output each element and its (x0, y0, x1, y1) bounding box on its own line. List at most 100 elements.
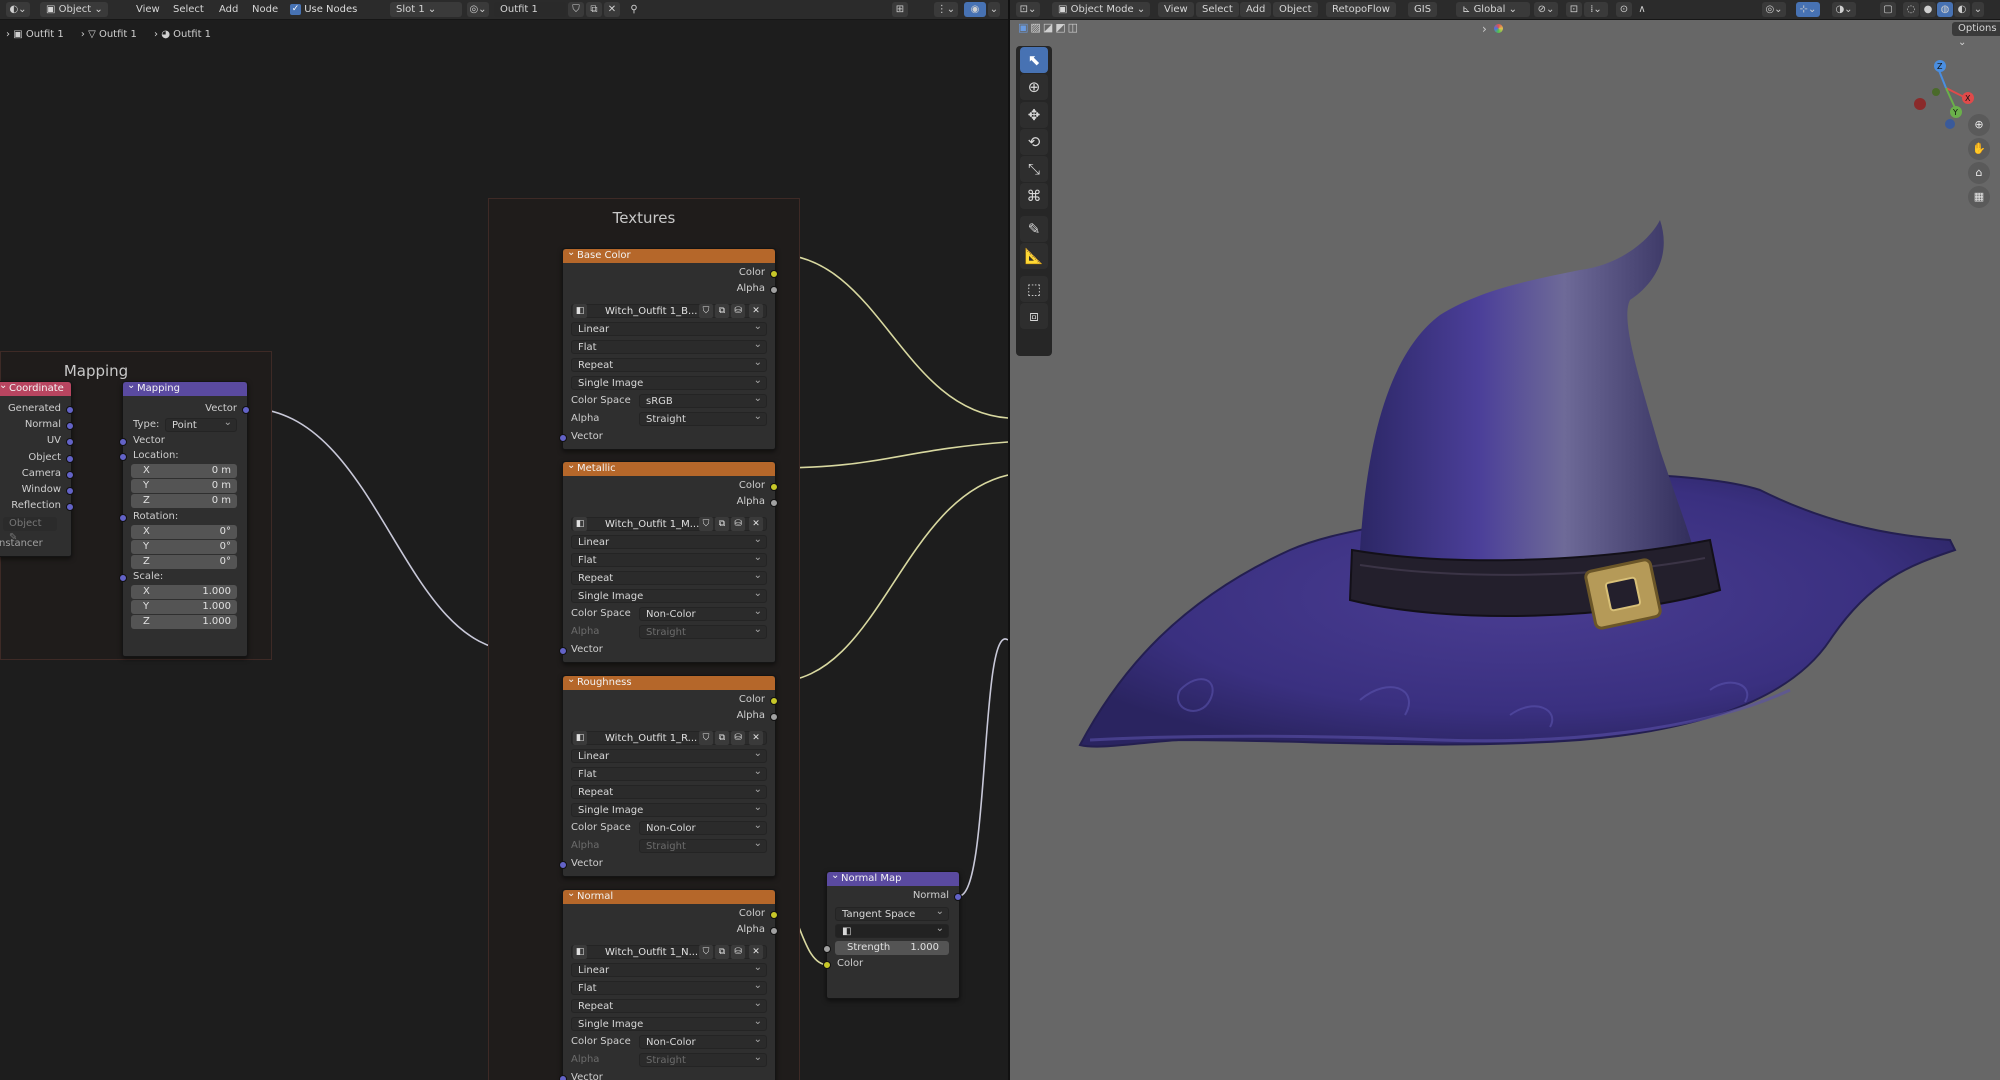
zoom-icon[interactable]: ⊕ (1968, 114, 1990, 136)
unlink-image-icon[interactable]: ✕ (749, 945, 763, 959)
scale-socket[interactable] (119, 574, 127, 582)
fake-user-shield-icon[interactable]: ⛉ (568, 2, 584, 17)
object-picker-field[interactable]: Object ✎ (3, 517, 57, 543)
output-color-socket[interactable] (770, 911, 778, 919)
interpolation-dropdown[interactable]: Linear (571, 533, 767, 549)
source-dropdown[interactable]: Single Image (571, 801, 767, 817)
fake-user-shield-icon[interactable]: ⛉ (699, 304, 713, 318)
color-space-dropdown[interactable]: Non-Color (639, 605, 767, 621)
unlink-x-icon[interactable]: ✕ (604, 2, 620, 17)
socket-uv[interactable] (66, 438, 74, 446)
snap-icon[interactable]: ⊞ (892, 2, 908, 17)
normal-map-space-dropdown[interactable]: Tangent Space (835, 905, 949, 921)
color-space-dropdown[interactable]: sRGB (639, 392, 767, 408)
mapping-type-dropdown[interactable]: Point (165, 416, 237, 432)
snap-toggle-icon[interactable]: ⊡ (1566, 2, 1582, 17)
image-texture-node-normal[interactable]: NormalColorAlphaWitch_Outfit 1_N...◧⛉⧉⛁✕… (559, 887, 778, 1080)
image-browse-icon[interactable]: ◧ (573, 304, 587, 318)
mode-dropdown[interactable]: ▣ Object Mode ⌄ (1052, 2, 1150, 17)
projection-dropdown[interactable]: Flat (571, 551, 767, 567)
rotation-z-field[interactable]: Z 0° (131, 555, 237, 569)
image-texture-header[interactable]: Base Color (563, 246, 775, 263)
select-intersect-icon[interactable]: ◫ (1068, 21, 1080, 34)
snap-mode-icon[interactable]: ⋮⌄ (934, 2, 958, 17)
menu-node[interactable]: Node (252, 2, 278, 17)
select-mode-icons[interactable]: ▣▨◪◩◫ (1018, 21, 1080, 35)
select-subtract-icon[interactable]: ◪ (1043, 21, 1055, 34)
shading-rendered-icon[interactable]: ◐ (1954, 2, 1970, 17)
input-vector-socket[interactable] (559, 647, 567, 655)
source-dropdown[interactable]: Single Image (571, 587, 767, 603)
image-texture-header[interactable]: Metallic (563, 459, 775, 476)
rotation-x-field[interactable]: X 0° (131, 525, 237, 539)
uv-map-field[interactable]: ◧ (835, 922, 949, 938)
menu-select[interactable]: Select (173, 2, 204, 17)
normal-map-output-socket[interactable] (954, 893, 962, 901)
orientation-dropdown[interactable]: ⊾ Global ⌄ (1456, 2, 1530, 17)
color-space-dropdown[interactable]: Non-Color (639, 819, 767, 835)
overlays-icon[interactable]: ◑⌄ (1832, 2, 1856, 17)
extension-dropdown[interactable]: Repeat (571, 569, 767, 585)
vp-menu-add[interactable]: Add (1240, 2, 1272, 17)
input-vector-socket[interactable] (559, 434, 567, 442)
duplicate-image-icon[interactable]: ⧉ (715, 517, 729, 531)
output-color-socket[interactable] (770, 697, 778, 705)
shading-dropdown-icon[interactable]: ⌄ (1972, 2, 1984, 17)
output-color-socket[interactable] (770, 270, 778, 278)
rotate-tool-icon[interactable]: ⟲ (1020, 129, 1048, 155)
vp-menu-select[interactable]: Select (1196, 2, 1239, 17)
proportional-edit-icon[interactable]: ⊙ (1616, 2, 1632, 17)
measure-tool-icon[interactable]: 📐 (1020, 243, 1048, 269)
use-nodes-toggle[interactable]: ✓ Use Nodes (290, 3, 357, 17)
unlink-image-icon[interactable]: ✕ (749, 517, 763, 531)
instancer-checkbox-label[interactable]: nstancer (0, 537, 43, 551)
image-texture-node-base-color[interactable]: Base ColorColorAlphaWitch_Outfit 1_B...◧… (559, 246, 778, 450)
menu-view[interactable]: View (136, 2, 160, 17)
location-x-field[interactable]: X0 m (131, 464, 237, 478)
input-vector-socket[interactable] (559, 861, 567, 869)
duplicate-image-icon[interactable]: ⧉ (715, 731, 729, 745)
select-box-tool-icon[interactable]: ⬉ (1020, 47, 1048, 73)
image-browse-icon[interactable]: ◧ (573, 517, 587, 531)
move-tool-icon[interactable]: ✥ (1020, 102, 1048, 128)
extension-dropdown[interactable]: Repeat (571, 783, 767, 799)
options-button[interactable]: Options ⌄ (1952, 22, 2000, 48)
source-dropdown[interactable]: Single Image (571, 1015, 767, 1031)
output-color-socket[interactable] (770, 483, 778, 491)
image-texture-node-metallic[interactable]: MetallicColorAlphaWitch_Outfit 1_M...◧⛉⧉… (559, 459, 778, 663)
pin-icon[interactable]: ⚲ (626, 2, 642, 17)
mapping-node[interactable]: Mapping Vector Type: Point Vector Locati… (119, 379, 250, 657)
image-texture-header[interactable]: Normal (563, 887, 775, 904)
open-image-icon[interactable]: ⛁ (731, 731, 745, 745)
vp-menu-gis[interactable]: GIS (1408, 2, 1438, 17)
rotation-y-field[interactable]: Y 0° (131, 540, 237, 554)
mapping-output-socket[interactable] (242, 406, 250, 414)
normal-map-header[interactable]: Normal Map (827, 869, 959, 886)
normal-map-node[interactable]: Normal Map Normal Tangent Space ◧ Streng… (823, 869, 962, 999)
scale-tool-icon[interactable]: ⤡ (1020, 156, 1048, 182)
editor-type-icon[interactable]: ◐⌄ (6, 2, 30, 17)
select-extend-icon[interactable]: ▨ (1030, 21, 1042, 34)
strength-socket[interactable] (823, 945, 831, 953)
node-editor[interactable]: › ▣ Outfit 1 › ▽ Outfit 1 › ◕ Outfit 1 M… (0, 20, 1008, 1080)
socket-window[interactable] (66, 487, 74, 495)
material-name-field[interactable]: Outfit 1 (494, 2, 566, 17)
image-texture-header[interactable]: Roughness (563, 673, 775, 690)
pan-hand-icon[interactable]: ✋ (1968, 138, 1990, 160)
overlay-icon[interactable]: ◉ (964, 2, 986, 17)
interpolation-dropdown[interactable]: Linear (571, 747, 767, 763)
duplicate-icon[interactable]: ⧉ (586, 2, 602, 17)
select-new-icon[interactable]: ▣ (1018, 21, 1030, 34)
3d-viewport[interactable]: ▣▨◪◩◫ Options ⌄ › ⬉ ⊕ ✥ ⟲ ⤡ ⌘ ✎ 📐 ⬚ ⧈ X … (1010, 20, 2000, 1080)
location-socket[interactable] (119, 453, 127, 461)
select-invert-icon[interactable]: ◩ (1055, 21, 1067, 34)
vp-menu-object[interactable]: Object (1273, 2, 1318, 17)
location-y-field[interactable]: Y0 m (131, 479, 237, 493)
shading-wireframe-icon[interactable]: ◌ (1903, 2, 1919, 17)
open-image-icon[interactable]: ⛁ (731, 517, 745, 531)
source-dropdown[interactable]: Single Image (571, 374, 767, 390)
socket-object[interactable] (66, 455, 74, 463)
socket-generated[interactable] (66, 406, 74, 414)
output-alpha-socket[interactable] (770, 499, 778, 507)
transform-tool-icon[interactable]: ⌘ (1020, 183, 1048, 209)
